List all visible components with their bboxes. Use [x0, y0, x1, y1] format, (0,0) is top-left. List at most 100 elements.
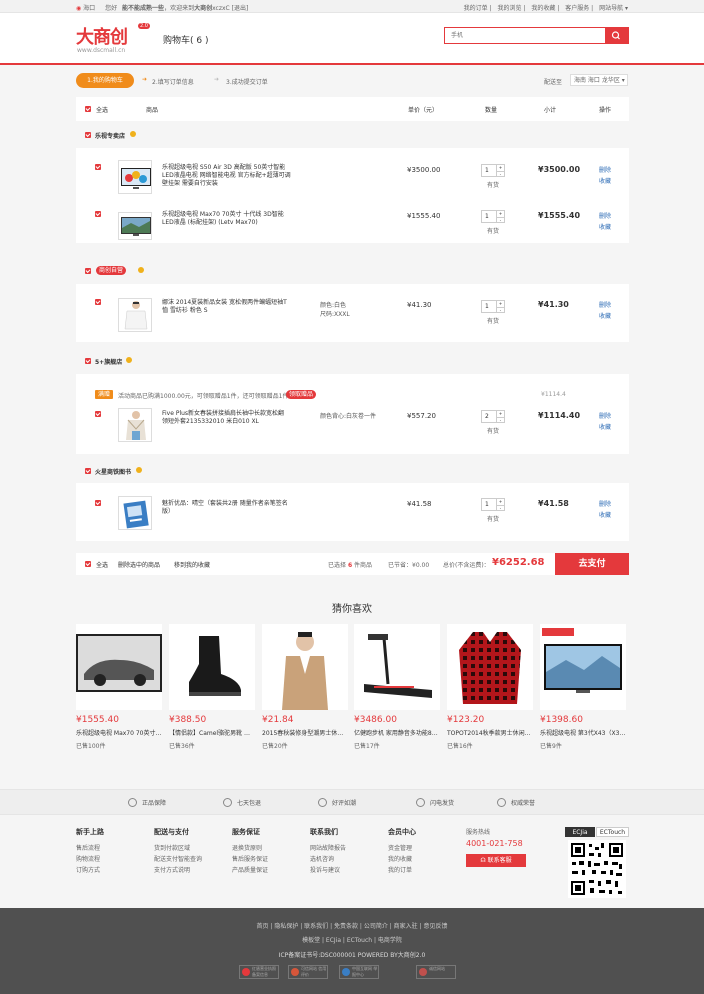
shop-checkbox[interactable]	[85, 132, 91, 138]
item-title[interactable]: 娜沫 2014夏装新品女装 宽松假两件蝙蝠短袖T恤 雪纺衫 粉色 S	[162, 299, 290, 315]
my-orders-link[interactable]: 我的订单	[464, 5, 488, 12]
footer-link[interactable]: 资金管理	[388, 843, 416, 854]
badge-integrity[interactable]: 诚信网站	[416, 965, 456, 979]
favorite-link[interactable]: 收藏	[599, 510, 611, 519]
checkout-button[interactable]: 去支付	[555, 553, 629, 575]
quantity-stepper[interactable]: 1 + -	[481, 498, 505, 511]
footer-link[interactable]: 产品质量保证	[232, 865, 268, 876]
delete-link[interactable]: 删除	[599, 211, 611, 220]
recommend-item[interactable]: ¥1555.40 乐视超级电视 Max70 70英寸 十... 已售100件	[76, 624, 162, 754]
shop-chat-icon[interactable]	[136, 467, 142, 473]
product-name[interactable]: 亿健跑步机 家用静音多功能8008...	[354, 728, 440, 737]
item-title[interactable]: 魅折优品：晴空（套装共2册 随量作者亲笔签名版）	[162, 500, 290, 516]
select-all-checkbox[interactable]	[85, 106, 91, 112]
footer-link[interactable]: 订购方式	[76, 865, 104, 876]
shop-checkbox[interactable]	[85, 468, 91, 474]
location-text[interactable]: 海口	[83, 5, 95, 12]
quantity-stepper[interactable]: 1 + -	[481, 210, 505, 223]
footer-link[interactable]: 选机咨询	[310, 854, 346, 865]
contact-service-button[interactable]: ☊ 联系客服	[466, 854, 526, 867]
shop-checkbox[interactable]	[85, 268, 91, 274]
search-button[interactable]	[605, 28, 628, 43]
item-checkbox[interactable]	[95, 411, 101, 417]
shop-checkbox[interactable]	[85, 358, 91, 364]
shop-name[interactable]: 乐视专卖店	[95, 131, 125, 140]
shop-name[interactable]: 商创自营	[96, 266, 127, 275]
delete-link[interactable]: 删除	[599, 300, 611, 309]
quantity-value[interactable]: 1	[485, 501, 489, 508]
footer-link[interactable]: 货到付款区域	[154, 843, 202, 854]
shop-name[interactable]: 5+旗舰店	[95, 357, 122, 366]
item-image[interactable]	[118, 298, 152, 332]
tab-ectouch[interactable]: ECTouch	[596, 827, 629, 837]
favorite-link[interactable]: 收藏	[599, 422, 611, 431]
shop-chat-icon[interactable]	[126, 357, 132, 363]
shop-name[interactable]: 火星商铁图书	[95, 467, 131, 476]
footer-link[interactable]: 退换货原则	[232, 843, 268, 854]
delete-link[interactable]: 删除	[599, 165, 611, 174]
decrease-button[interactable]: -	[496, 217, 504, 223]
product-image[interactable]	[262, 624, 348, 710]
item-title[interactable]: 乐视超级电视 S50 Air 3D 高配版 50英寸智能LED液晶电视 网络智能…	[162, 164, 292, 188]
product-name[interactable]: 乐视超级电视 第3代X43（X3-43...	[540, 728, 626, 737]
item-image[interactable]	[118, 408, 152, 442]
quantity-value[interactable]: 1	[485, 167, 489, 174]
username[interactable]: xczxC	[212, 5, 230, 12]
decrease-button[interactable]: -	[496, 417, 504, 423]
favorite-link[interactable]: 收藏	[599, 311, 611, 320]
item-title[interactable]: Five Plus新女春装拼接插肩长袖中长款宽松翻领短外套2135332010 …	[162, 410, 290, 426]
item-image[interactable]	[118, 212, 152, 240]
item-image[interactable]	[118, 496, 152, 530]
item-checkbox[interactable]	[95, 299, 101, 305]
shop-chat-icon[interactable]	[138, 267, 144, 273]
recommend-item[interactable]: ¥388.50 【情侣款】Camel骆驼男靴 时尚... 已售36件	[169, 624, 255, 754]
recommend-item[interactable]: ¥1398.60 乐视超级电视 第3代X43（X3-43... 已售9件	[540, 624, 626, 754]
product-name[interactable]: 【情侣款】Camel骆驼男靴 时尚...	[169, 728, 255, 737]
decrease-button[interactable]: -	[496, 505, 504, 511]
footer-bottom-links-2[interactable]: 模板堂 | ECJia | ECTouch | 电商学院	[0, 935, 704, 944]
quantity-stepper[interactable]: 1 + -	[481, 164, 505, 177]
recommend-item[interactable]: ¥123.20 TOPOT2014秋季款男士休闲长袖... 已售16件	[447, 624, 533, 754]
quantity-stepper[interactable]: 2 + -	[481, 410, 505, 423]
product-image[interactable]	[447, 624, 533, 710]
quantity-value[interactable]: 1	[485, 303, 489, 310]
product-name[interactable]: 乐视超级电视 Max70 70英寸 十...	[76, 728, 162, 737]
search-input[interactable]	[445, 28, 605, 43]
logo[interactable]: 大商创 2.0 www.dscmall.cn	[76, 23, 152, 59]
badge-report[interactable]: 中国互联网 举报中心	[339, 965, 379, 979]
footer-link[interactable]: 网站故障报告	[310, 843, 346, 854]
footer-link[interactable]: 投诉与建议	[310, 865, 346, 876]
footer-link[interactable]: 我的订单	[388, 865, 416, 876]
product-image[interactable]	[540, 624, 626, 710]
recommend-item[interactable]: ¥21.84 2015春秋装修身型潮男士休闲韩... 已售20件	[262, 624, 348, 754]
favorite-link[interactable]: 收藏	[599, 222, 611, 231]
quantity-value[interactable]: 2	[485, 413, 489, 420]
my-favorites-link[interactable]: 我的收藏	[531, 5, 555, 12]
item-checkbox[interactable]	[95, 500, 101, 506]
product-image[interactable]	[169, 624, 255, 710]
favorite-link[interactable]: 收藏	[599, 176, 611, 185]
product-image[interactable]	[354, 624, 440, 710]
customer-service-link[interactable]: 客户服务	[565, 5, 589, 12]
site-nav-link[interactable]: 网站导航	[599, 5, 623, 12]
tab-ecjia[interactable]: ECJia	[565, 827, 595, 837]
item-checkbox[interactable]	[95, 211, 101, 217]
badge-trusted[interactable]: 可信网站 信用评价	[288, 965, 328, 979]
footer-link[interactable]: 购物流程	[76, 854, 104, 865]
product-name[interactable]: 2015春秋装修身型潮男士休闲韩...	[262, 728, 348, 737]
delete-link[interactable]: 删除	[599, 499, 611, 508]
item-checkbox[interactable]	[95, 164, 101, 170]
badge-license[interactable]: 红盾营业执照 备案信息	[239, 965, 279, 979]
product-image[interactable]	[76, 624, 162, 710]
claim-gift-button[interactable]: 领取赠品	[286, 390, 317, 399]
decrease-button[interactable]: -	[496, 307, 504, 313]
footer-link[interactable]: 配送支付智能查询	[154, 854, 202, 865]
footer-link[interactable]: 支付方式说明	[154, 865, 202, 876]
item-image[interactable]	[118, 160, 152, 194]
delete-selected-link[interactable]: 删除选中的商品	[118, 560, 160, 569]
quantity-stepper[interactable]: 1 + -	[481, 300, 505, 313]
delete-link[interactable]: 删除	[599, 411, 611, 420]
product-name[interactable]: TOPOT2014秋季款男士休闲长袖...	[447, 728, 533, 737]
quantity-value[interactable]: 1	[485, 213, 489, 220]
recommend-item[interactable]: ¥3486.00 亿健跑步机 家用静音多功能8008... 已售17件	[354, 624, 440, 754]
